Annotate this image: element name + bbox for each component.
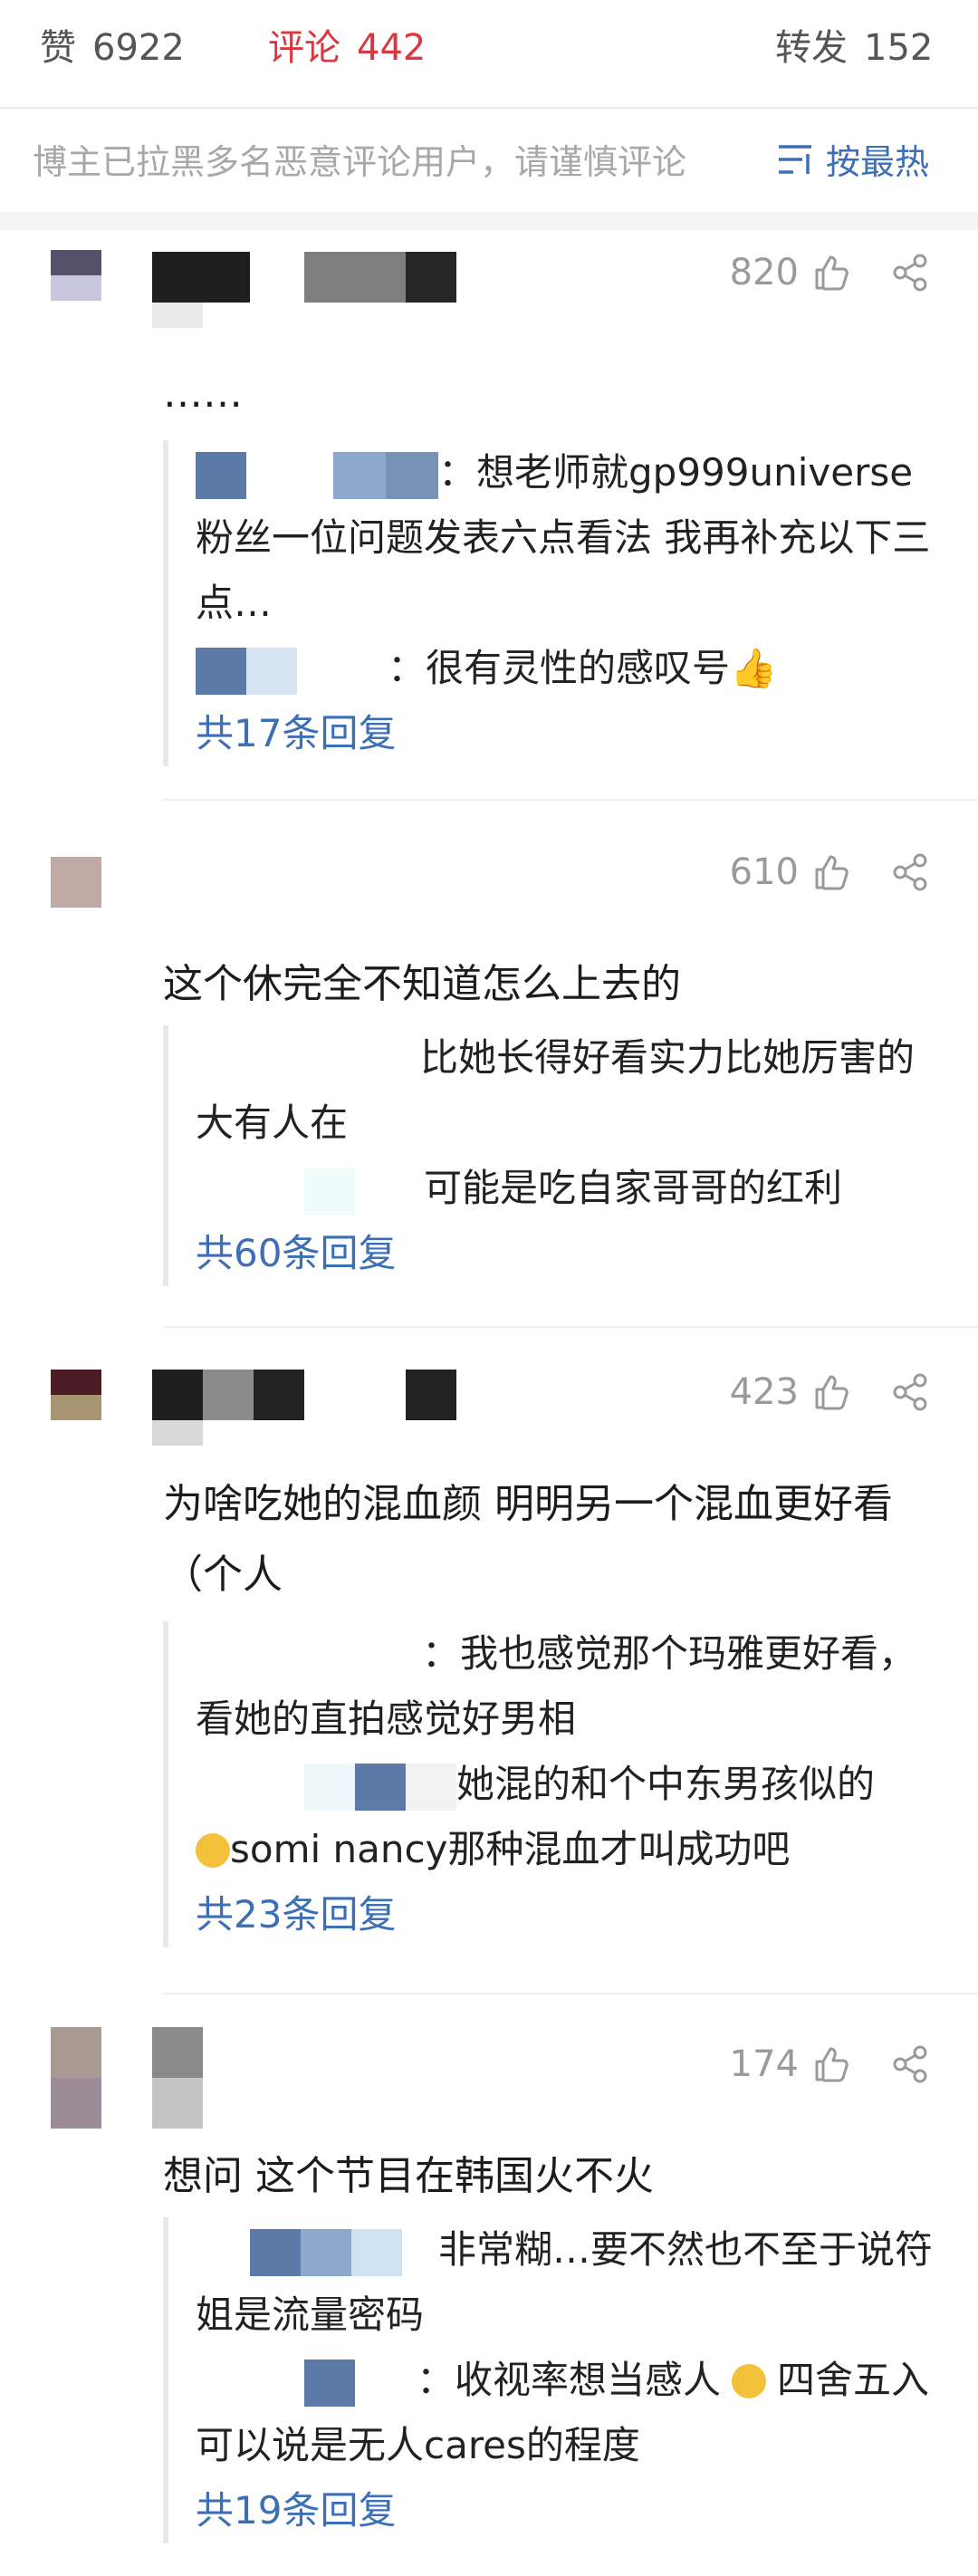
divider (163, 1326, 978, 1328)
reply-item[interactable]: ：很有灵性的感叹号👍 (196, 636, 942, 701)
share-icon[interactable] (891, 2044, 931, 2084)
reply-username-redacted (196, 1632, 422, 1680)
reply-list: 比她长得好看实力比她厉害的大有人在 可能是吃自家哥哥的红利 共60条回复 (163, 1025, 942, 1286)
reply-username-redacted (196, 647, 388, 695)
thumbs-up-icon[interactable] (811, 254, 849, 292)
laughing-crying-emoji-icon (196, 1833, 230, 1868)
avatar[interactable] (51, 857, 101, 908)
sort-button[interactable]: 按最热 (775, 134, 929, 184)
reply-item[interactable]: somi nancy那种混血才叫成功吧 (196, 1817, 942, 1882)
sort-icon (779, 144, 811, 174)
reply-item[interactable]: ：我也感觉那个玛雅更好看，看她的直拍感觉好男相 (196, 1621, 942, 1752)
like-count: 610 (729, 851, 799, 893)
share-icon[interactable] (891, 852, 931, 892)
reply-text: ：收视率想当感人 (417, 2358, 722, 2402)
sort-label: 按最热 (826, 142, 930, 182)
reply-item[interactable]: ：想老师就gp999universe粉丝一位问题发表六点看法 我再补充以下三点… (196, 440, 942, 636)
avatar[interactable] (51, 2027, 101, 2129)
comments-count: 442 (357, 27, 427, 69)
thumbs-up-icon[interactable] (811, 2045, 849, 2083)
reply-item[interactable]: 非常糊…要不然也不至于说符姐是流量密码 (196, 2217, 942, 2348)
avatar[interactable] (51, 1370, 101, 1420)
like-count: 820 (729, 252, 799, 293)
section-gap (0, 212, 978, 230)
likes-label: 赞 (40, 27, 76, 69)
forwards-count: 152 (864, 27, 934, 69)
reply-list: ：想老师就gp999universe粉丝一位问题发表六点看法 我再补充以下三点…… (163, 440, 942, 766)
reply-username-redacted (196, 2228, 438, 2276)
share-icon[interactable] (891, 1372, 931, 1412)
username-redacted[interactable] (152, 1370, 460, 1446)
tab-forwards[interactable]: 转发 152 (775, 18, 933, 71)
comment-text: …… (163, 370, 243, 417)
reply-list: 非常糊…要不然也不至于说符姐是流量密码 ：收视率想当感人 四舍五入 可以说是无人c… (163, 2217, 942, 2543)
reply-item[interactable]: ：收视率想当感人 四舍五入 可以说是无人cares的程度 (196, 2348, 942, 2478)
likes-count: 6922 (92, 27, 185, 69)
thumbs-up-icon[interactable] (811, 853, 849, 891)
tab-comments[interactable]: 评论 442 (268, 18, 426, 71)
divider (0, 107, 978, 109)
divider (163, 1993, 978, 1994)
forwards-label: 转发 (775, 27, 848, 69)
view-more-replies-link[interactable]: 共23条回复 (196, 1882, 942, 1947)
reply-username-redacted (196, 1167, 424, 1215)
reply-item[interactable]: 可能是吃自家哥哥的红利 (196, 1156, 942, 1221)
username-redacted[interactable] (152, 2027, 206, 2129)
comment-text: 这个休完全不知道怎么上去的 (163, 961, 681, 1007)
reply-item[interactable]: 她混的和个中东男孩似的 (196, 1752, 942, 1817)
like-count: 174 (729, 2043, 799, 2085)
view-more-replies-link[interactable]: 共17条回复 (196, 701, 942, 766)
reply-username-redacted (196, 2359, 417, 2407)
like-count: 423 (729, 1371, 799, 1413)
blocked-users-notice: 博主已拉黑多名恶意评论用户，请谨慎评论 (33, 142, 687, 182)
tab-likes[interactable]: 赞 6922 (40, 18, 185, 71)
comment-actions: 423 (730, 1371, 931, 1413)
sneezing-emoji-icon (732, 2364, 767, 2398)
comment-actions: 610 (730, 851, 931, 893)
comment-text: 为啥吃她的混血颜 明明另一个混血更好看（个人 (163, 1481, 893, 1598)
reply-item[interactable]: 比她长得好看实力比她厉害的大有人在 (196, 1025, 942, 1156)
reply-username-redacted (196, 1036, 420, 1084)
reply-list: ：我也感觉那个玛雅更好看，看她的直拍感觉好男相 她混的和个中东男孩似的 somi… (163, 1621, 942, 1947)
username-redacted[interactable] (152, 252, 460, 328)
reply-text: ：很有灵性的感叹号👍 (388, 646, 778, 690)
comment-text: 想问 这个节目在韩国火不火 (163, 2153, 654, 2199)
avatar[interactable] (51, 250, 101, 301)
view-more-replies-link[interactable]: 共60条回复 (196, 1221, 942, 1286)
reply-text: somi nancy那种混血才叫成功吧 (230, 1827, 791, 1871)
reply-text: 她混的和个中东男孩似的 (456, 1762, 876, 1806)
stats-bar: 赞 6922 评论 442 转发 152 (0, 0, 978, 98)
divider (163, 799, 978, 801)
view-more-replies-link[interactable]: 共19条回复 (196, 2478, 942, 2543)
thumbs-up-icon[interactable] (811, 1373, 849, 1411)
comments-label: 评论 (268, 27, 340, 69)
reply-text: 可能是吃自家哥哥的红利 (424, 1166, 843, 1210)
comment-actions: 820 (730, 252, 931, 293)
reply-username-redacted (196, 451, 438, 499)
comment-actions: 174 (730, 2043, 931, 2085)
share-icon[interactable] (891, 253, 931, 293)
reply-username-redacted (196, 1763, 456, 1811)
